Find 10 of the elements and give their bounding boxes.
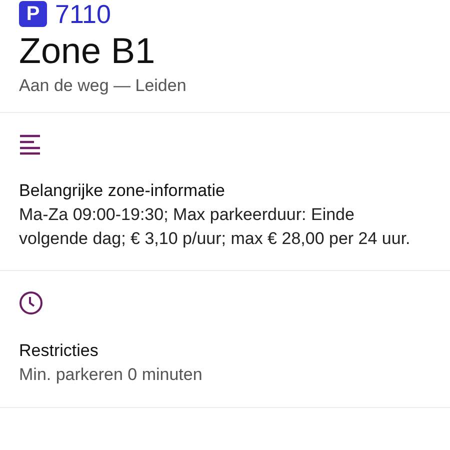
zone-title: Zone B1: [19, 30, 156, 72]
section-heading: Restricties: [19, 340, 100, 362]
section-text: Min. parkeren 0 minuten: [19, 364, 204, 386]
clock-icon: [19, 291, 43, 315]
section-text: Ma-Za 09:00-19:30; Max parkeerduur: Einde volgende dag; € 3,10 p/uur; max € 28,00 per 24 uur.: [19, 204, 412, 250]
text-lines-icon: [19, 133, 41, 155]
parking-icon: P: [19, 1, 47, 27]
zone-location: Aan de weg — Leiden: [19, 76, 188, 96]
section-heading: Belangrijke zone-informatie: [19, 180, 226, 202]
zone-code: 7110: [55, 0, 111, 28]
